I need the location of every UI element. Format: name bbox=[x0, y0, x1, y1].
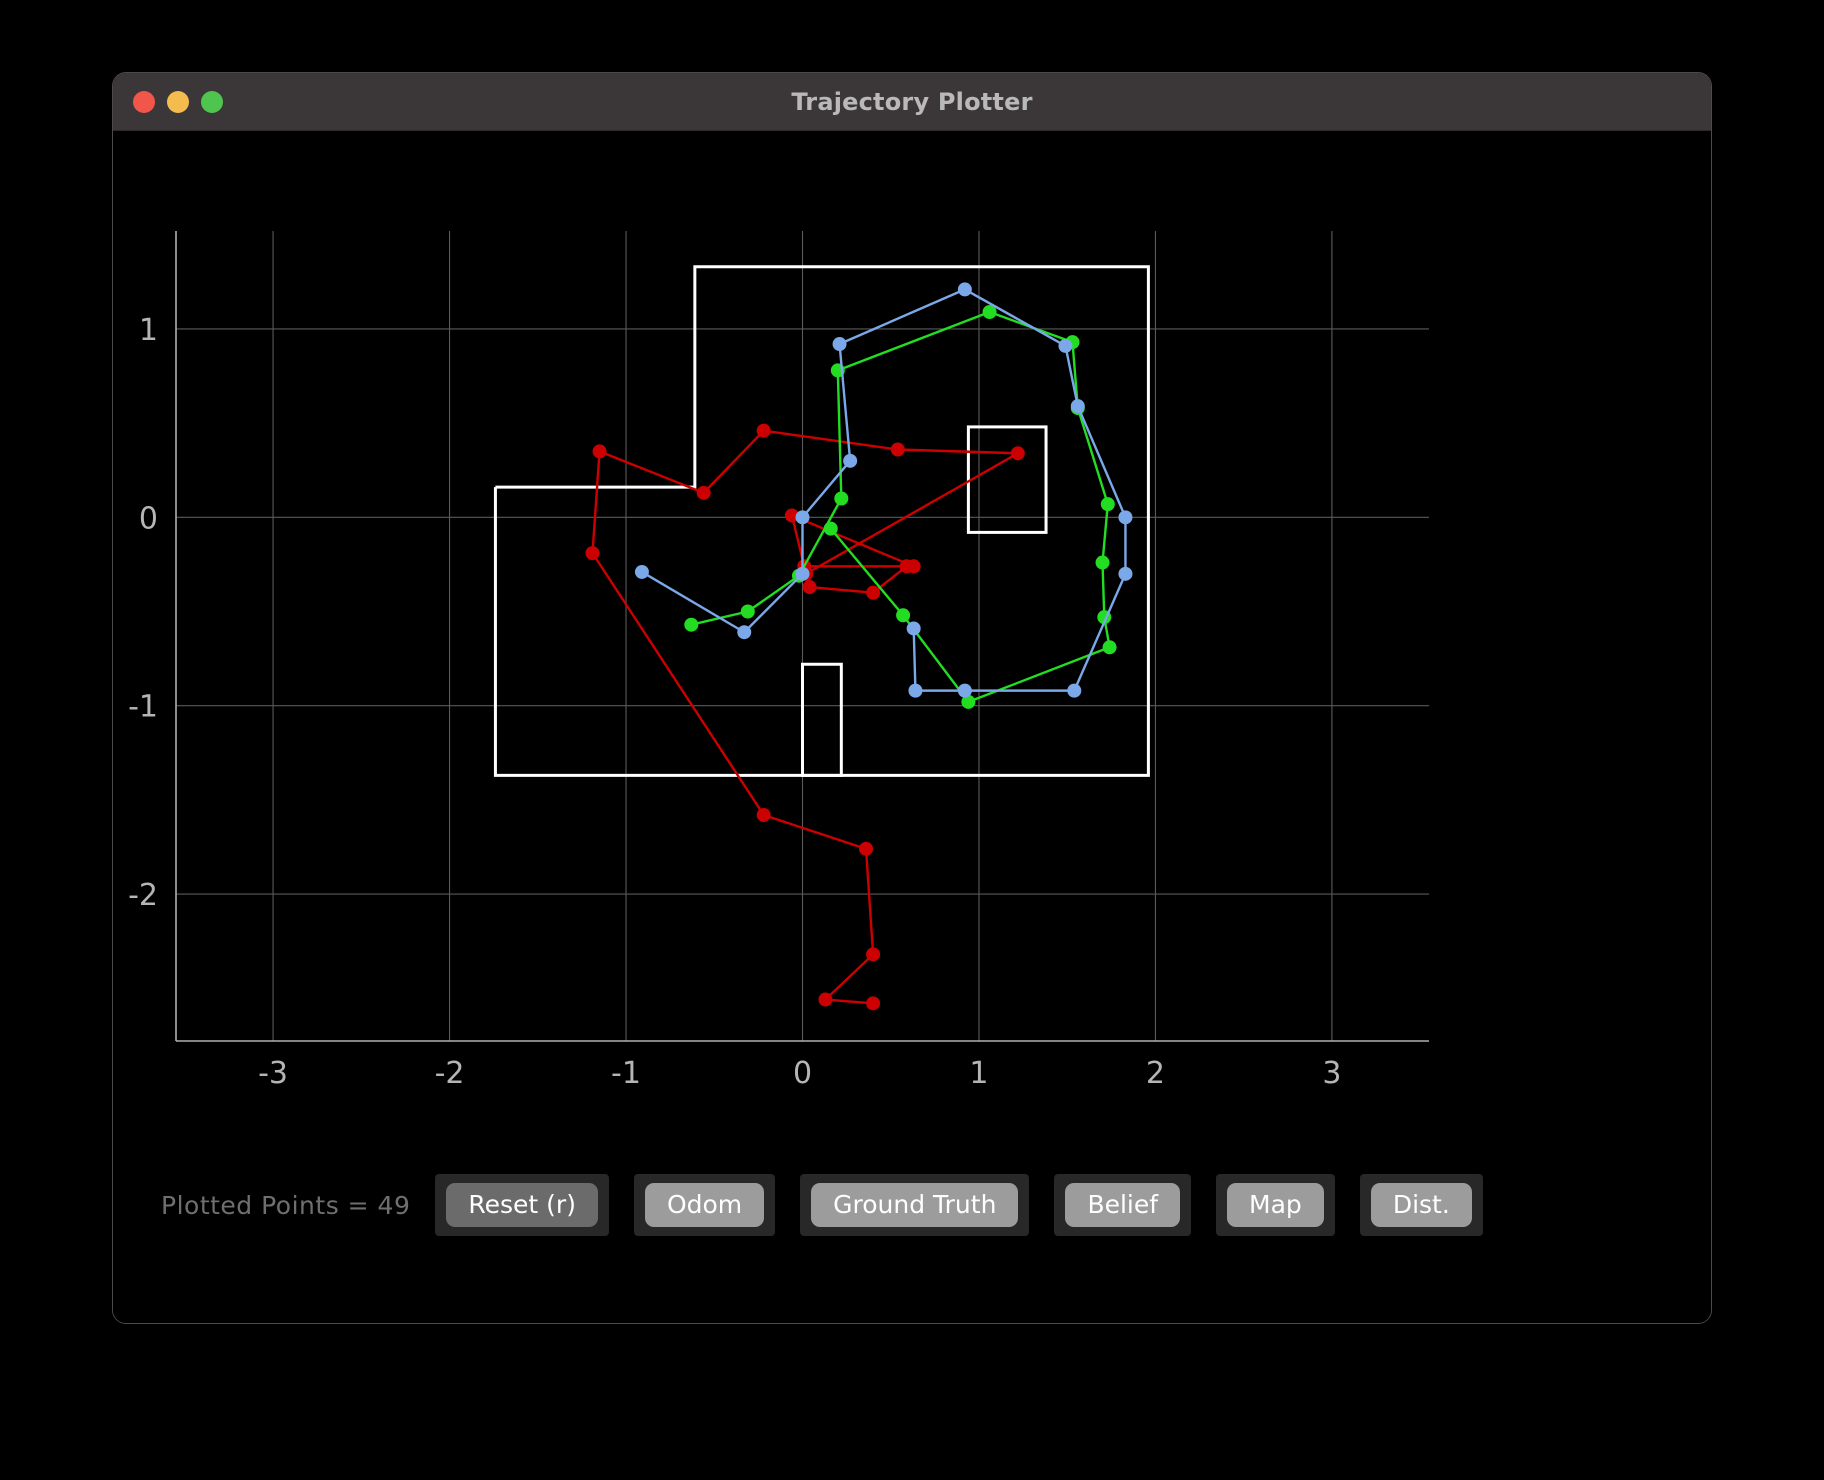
dist-button[interactable]: Dist. bbox=[1370, 1182, 1472, 1228]
data-point bbox=[737, 625, 752, 640]
data-point bbox=[795, 566, 810, 581]
odom-button[interactable]: Odom bbox=[644, 1182, 765, 1228]
traffic-lights bbox=[133, 90, 223, 113]
data-point bbox=[866, 947, 881, 962]
data-point bbox=[756, 807, 771, 822]
y-tick-label: 1 bbox=[139, 313, 158, 348]
data-point bbox=[684, 617, 699, 632]
data-point bbox=[1010, 446, 1025, 461]
maximize-button[interactable] bbox=[201, 90, 223, 113]
data-point bbox=[795, 510, 810, 525]
data-point bbox=[866, 585, 881, 600]
window-title: Trajectory Plotter bbox=[791, 87, 1033, 116]
x-tick-label: 1 bbox=[969, 1056, 988, 1091]
map-room-lower-center bbox=[801, 662, 843, 777]
data-point bbox=[1095, 555, 1110, 570]
map-outer-boundary bbox=[493, 265, 1150, 777]
data-point bbox=[1058, 338, 1073, 353]
data-point bbox=[866, 996, 881, 1011]
data-point bbox=[1070, 399, 1085, 414]
data-point bbox=[1102, 640, 1117, 655]
data-point bbox=[896, 608, 911, 623]
map-button-container: Map bbox=[1216, 1173, 1335, 1237]
plot-canvas: -3 -2 -1 0 1 2 3 1 0 -1 -2 bbox=[113, 131, 1711, 1323]
x-tick-label: -1 bbox=[611, 1056, 641, 1091]
data-point bbox=[832, 337, 847, 352]
map-outline bbox=[493, 265, 1150, 777]
x-tick-label: 2 bbox=[1146, 1056, 1165, 1091]
y-tick-label: 0 bbox=[139, 501, 158, 536]
x-tick-label: -3 bbox=[258, 1056, 288, 1091]
data-point bbox=[957, 683, 972, 698]
y-axis-tick-labels: 1 0 -1 -2 bbox=[128, 313, 158, 913]
window-titlebar: Trajectory Plotter bbox=[113, 73, 1711, 131]
map-button[interactable]: Map bbox=[1227, 1182, 1324, 1228]
data-point bbox=[859, 841, 874, 856]
data-point bbox=[823, 521, 838, 536]
trajectory-series bbox=[585, 282, 1133, 1011]
x-axis-tick-labels: -3 -2 -1 0 1 2 3 bbox=[258, 1056, 1341, 1091]
ground-truth-button[interactable]: Ground Truth bbox=[811, 1182, 1019, 1228]
data-point bbox=[890, 442, 905, 457]
data-point bbox=[1118, 566, 1133, 581]
belief-button-container: Belief bbox=[1054, 1173, 1192, 1237]
minimize-button[interactable] bbox=[167, 90, 189, 113]
data-point bbox=[740, 604, 755, 619]
dist-button-container: Dist. bbox=[1359, 1173, 1483, 1237]
data-point bbox=[908, 683, 923, 698]
grid-lines bbox=[176, 231, 1429, 1041]
x-tick-label: -2 bbox=[435, 1056, 465, 1091]
odom-button-container: Odom bbox=[633, 1173, 776, 1237]
data-point bbox=[802, 580, 817, 595]
x-tick-label: 0 bbox=[793, 1056, 812, 1091]
close-button[interactable] bbox=[133, 90, 155, 113]
data-point bbox=[818, 992, 833, 1007]
data-point bbox=[1100, 497, 1115, 512]
data-point bbox=[585, 546, 600, 561]
data-point bbox=[834, 491, 849, 506]
reset-button[interactable]: Reset (r) bbox=[446, 1182, 598, 1228]
data-point bbox=[1067, 683, 1082, 698]
data-point bbox=[843, 453, 858, 468]
series-line bbox=[641, 288, 1127, 692]
ground-truth-button-container: Ground Truth bbox=[800, 1173, 1030, 1237]
data-point bbox=[592, 444, 607, 459]
data-point bbox=[634, 564, 649, 579]
data-point bbox=[696, 485, 711, 500]
series-ground-truth bbox=[684, 305, 1117, 709]
reset-button-container: Reset (r) bbox=[435, 1173, 609, 1237]
belief-button[interactable]: Belief bbox=[1065, 1182, 1181, 1228]
control-toolbar: Plotted Points = 49 Reset (r) Odom Ground … bbox=[113, 1165, 1711, 1245]
app-window: Trajectory Plotter -3 -2 -1 0 1 2 3 1 0 -1 -2 Plo… bbox=[112, 72, 1712, 1324]
data-point bbox=[899, 559, 914, 574]
button-row: Reset (r) Odom Ground Truth Belief Map Dist. bbox=[410, 1173, 1483, 1237]
y-tick-label: -2 bbox=[128, 878, 158, 913]
x-tick-label: 3 bbox=[1322, 1056, 1341, 1091]
data-point bbox=[906, 621, 921, 636]
plotted-points-label: Plotted Points = 49 bbox=[161, 1190, 411, 1220]
y-tick-label: -1 bbox=[128, 690, 158, 725]
data-point bbox=[1118, 510, 1133, 525]
map-room-upper-right bbox=[966, 425, 1048, 534]
trajectory-plot: -3 -2 -1 0 1 2 3 1 0 -1 -2 bbox=[128, 231, 1429, 1091]
data-point bbox=[756, 423, 771, 438]
data-point bbox=[957, 282, 972, 297]
